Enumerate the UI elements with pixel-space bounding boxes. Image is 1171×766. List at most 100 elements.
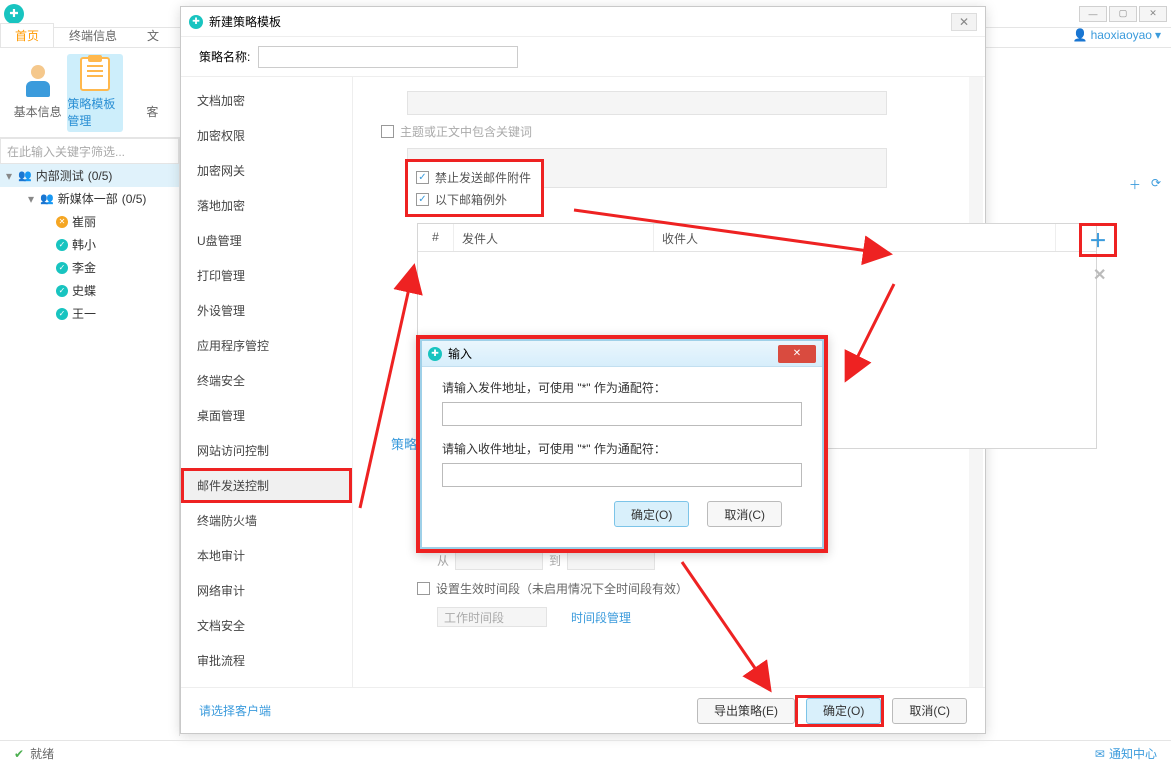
ready-icon: ✔ <box>14 747 24 761</box>
tree-dept[interactable]: ▾ 👥 新媒体一部 (0/5) <box>0 187 179 210</box>
collapse-icon[interactable]: ▾ <box>26 192 36 206</box>
policy-side-label: 策略 <box>391 434 417 453</box>
category-item[interactable]: 网络审计 <box>181 573 352 608</box>
recipient-label: 请输入收件地址，可使用 "*" 作为通配符： <box>442 440 802 457</box>
modal-footer: 请选择客户端 导出策略(E) 确定(O) 取消(C) <box>181 687 985 733</box>
checkbox-except-mailboxes[interactable] <box>416 193 429 206</box>
category-item[interactable]: U盘管理 <box>181 223 352 258</box>
category-item[interactable]: 加密网关 <box>181 153 352 188</box>
timerange-label: 设置生效时间段（未启用情况下全时间段有效） <box>436 580 688 597</box>
notify-label: 通知中心 <box>1109 745 1157 762</box>
select-client-link[interactable]: 请选择客户端 <box>199 702 271 719</box>
col-sender: 发件人 <box>454 224 654 251</box>
category-item[interactable]: 邮件发送控制 <box>181 468 352 503</box>
collapse-icon[interactable]: ▾ <box>4 169 14 183</box>
col-recipient: 收件人 <box>654 224 1056 251</box>
tile-label: 客 <box>146 103 158 120</box>
category-list: 文档加密加密权限加密网关落地加密U盘管理打印管理外设管理应用程序管控终端安全桌面… <box>181 77 353 687</box>
user-name-label: 李金 <box>72 259 96 276</box>
close-button[interactable]: ✕ <box>1139 6 1167 22</box>
add-row-button[interactable]: ＋ <box>1089 227 1107 253</box>
tab-terminal-info[interactable]: 终端信息 <box>54 23 132 47</box>
status-icon: ✕ <box>56 216 68 228</box>
policy-name-input[interactable] <box>258 46 518 68</box>
cancel-button[interactable]: 取消(C) <box>892 698 967 724</box>
table-header: # 发件人 收件人 <box>418 224 1096 252</box>
tree-user[interactable]: ✓韩小 <box>0 233 179 256</box>
user-name-label: 史蝶 <box>72 282 96 299</box>
modal-close-button[interactable]: ✕ <box>951 13 977 31</box>
tile-label: 基本信息 <box>14 103 62 120</box>
category-item[interactable]: 终端防火墙 <box>181 503 352 538</box>
category-item[interactable]: 本地审计 <box>181 538 352 573</box>
to-date-select[interactable] <box>567 550 655 570</box>
highlight-checkbox-group: 禁止发送邮件附件 以下邮箱例外 <box>405 159 544 217</box>
export-button[interactable]: 导出策略(E) <box>697 698 795 724</box>
category-item[interactable]: 终端安全 <box>181 363 352 398</box>
keyword-label: 主题或正文中包含关键词 <box>400 123 532 140</box>
to-label: 到 <box>549 552 561 569</box>
category-item[interactable]: 打印管理 <box>181 258 352 293</box>
status-bar: ✔ 就绪 ✉ 通知中心 <box>0 740 1171 766</box>
tile-customer-cut[interactable]: 客 <box>125 54 180 132</box>
dialog-cancel-button[interactable]: 取消(C) <box>707 501 782 527</box>
minimize-button[interactable]: — <box>1079 6 1107 22</box>
category-item[interactable]: 审批流程 <box>181 643 352 678</box>
toolbar-strip: 基本信息 策略模板管理 客 <box>0 48 180 138</box>
category-item[interactable]: 加密权限 <box>181 118 352 153</box>
clipboard-icon <box>80 57 110 91</box>
tile-basic-info[interactable]: 基本信息 <box>10 54 65 132</box>
refresh-icon[interactable]: ⟳ <box>1151 176 1161 193</box>
checkbox-keywords[interactable] <box>381 125 394 138</box>
highlight-add-button: ＋ <box>1079 223 1117 257</box>
tile-policy-template[interactable]: 策略模板管理 <box>67 54 122 132</box>
forbid-attachment-label: 禁止发送邮件附件 <box>435 169 531 186</box>
tree-root[interactable]: ▾ 👥 内部测试 (0/5) <box>0 164 179 187</box>
maximize-button[interactable]: ▢ <box>1109 6 1137 22</box>
dialog-ok-button[interactable]: 确定(O) <box>614 501 689 527</box>
user-name-label: 崔丽 <box>72 213 96 230</box>
category-item[interactable]: 桌面管理 <box>181 398 352 433</box>
tree-user[interactable]: ✓ 李金 <box>0 256 179 279</box>
status-icon: ✓ <box>56 262 68 274</box>
category-item[interactable]: 应用程序管控 <box>181 328 352 363</box>
sender-label: 请输入发件地址，可使用 "*" 作为通配符： <box>442 379 802 396</box>
checkbox-timerange[interactable] <box>417 582 430 595</box>
recipient-input[interactable] <box>442 463 802 487</box>
modal-icon: ✚ <box>189 15 203 29</box>
right-tools: ＋ ⟳ <box>1129 176 1161 193</box>
from-label: 从 <box>437 552 449 569</box>
user-menu[interactable]: 👤 haoxiaoyao ▾ <box>1073 28 1161 42</box>
tree-user[interactable]: ✓史蝶 <box>0 279 179 302</box>
category-item[interactable]: 文档安全 <box>181 608 352 643</box>
notification-center[interactable]: ✉ 通知中心 <box>1095 745 1157 762</box>
ok-button[interactable]: 确定(O) <box>806 698 881 724</box>
group-icon: 👥 <box>40 192 54 205</box>
from-date-select[interactable] <box>455 550 543 570</box>
work-period-select[interactable]: 工作时间段 <box>437 607 547 627</box>
status-icon: ✓ <box>56 308 68 320</box>
category-item[interactable]: 文档加密 <box>181 83 352 118</box>
tab-home[interactable]: 首页 <box>0 23 54 47</box>
tree-user[interactable]: ✓王一 <box>0 302 179 325</box>
policy-name-label: 策略名称: <box>199 48 250 65</box>
chevron-down-icon: ▾ <box>1155 28 1161 42</box>
blank-icon <box>137 65 167 99</box>
checkbox-forbid-attachment[interactable] <box>416 171 429 184</box>
policy-name-row: 策略名称: <box>181 37 985 77</box>
dialog-close-button[interactable]: ✕ <box>778 345 816 363</box>
category-item[interactable]: 落地加密 <box>181 188 352 223</box>
tree-search-input[interactable]: 在此输入关键字筛选... <box>0 138 179 164</box>
person-icon <box>23 65 53 99</box>
dialog-icon: ✚ <box>428 347 442 361</box>
dialog-titlebar: ✚ 输入 ✕ <box>422 341 822 367</box>
manage-periods-link[interactable]: 时间段管理 <box>571 609 631 626</box>
tab-cut[interactable]: 文 <box>132 23 174 47</box>
user-icon: 👤 <box>1073 28 1088 42</box>
add-icon[interactable]: ＋ <box>1129 176 1141 193</box>
tree-user[interactable]: ✕ 崔丽 <box>0 210 179 233</box>
user-name-label: 韩小 <box>72 236 96 253</box>
category-item[interactable]: 外设管理 <box>181 293 352 328</box>
sender-input[interactable] <box>442 402 802 426</box>
category-item[interactable]: 网站访问控制 <box>181 433 352 468</box>
